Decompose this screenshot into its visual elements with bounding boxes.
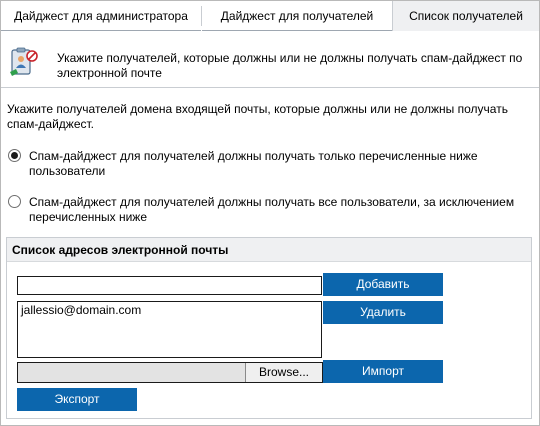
email-list-panel: Список адресов электронной почты Добавит… [6,237,532,419]
option-only-listed-label: Спам-дайджест для получателей должны пол… [29,149,478,178]
tab-recipient-digest[interactable]: Дайджест для получателей [202,1,392,31]
list-item[interactable]: jallessio@domain.com [21,303,318,317]
option-all-except-listed[interactable]: Спам-дайджест для получателей должны пол… [7,195,527,227]
import-button[interactable]: Импорт [323,360,443,383]
option-only-listed[interactable]: Спам-дайджест для получателей должны пол… [7,149,527,181]
intro-text: Укажите получателей домена входящей почт… [7,102,508,131]
recipient-list-window: Дайджест для администратора Дайджест для… [0,0,540,426]
option-all-except-label: Спам-дайджест для получателей должны пол… [29,195,515,224]
panel-title: Список адресов электронной почты [7,238,531,262]
email-input[interactable] [17,276,322,295]
recipients-list-icon [10,47,38,76]
email-listbox[interactable]: jallessio@domain.com [17,301,322,358]
tab-bar: Дайджест для администратора Дайджест для… [1,1,539,31]
radio-all-except-listed[interactable] [8,195,21,208]
header-divider [1,87,539,88]
export-button[interactable]: Экспорт [17,388,137,411]
tab-recipient-list[interactable]: Список получателей [392,1,539,31]
radio-only-listed[interactable] [8,149,21,162]
tab-admin-digest[interactable]: Дайджест для администратора [1,1,201,31]
remove-button[interactable]: Удалить [323,301,443,324]
browse-button[interactable]: Browse... [245,363,322,382]
file-picker[interactable]: Browse... [17,362,323,383]
header-description: Укажите получателей, которые должны или … [57,51,523,80]
add-button[interactable]: Добавить [323,273,443,296]
